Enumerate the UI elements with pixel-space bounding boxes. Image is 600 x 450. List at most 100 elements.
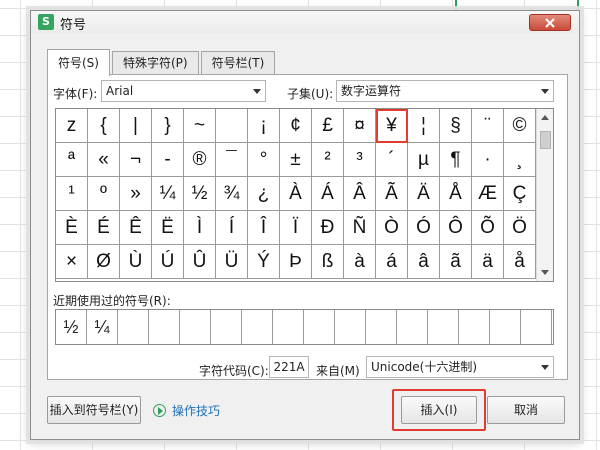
symbol-cell[interactable]: {: [88, 109, 120, 143]
symbol-cell[interactable]: â: [408, 245, 440, 279]
symbol-cell[interactable]: º: [88, 177, 120, 211]
scrollbar-thumb[interactable]: [540, 131, 551, 149]
symbol-cell[interactable]: ß: [312, 245, 344, 279]
symbol-cell[interactable]: À: [280, 177, 312, 211]
symbol-cell[interactable]: ä: [472, 245, 504, 279]
symbol-cell[interactable]: ~: [184, 109, 216, 143]
symbol-cell[interactable]: ¨: [472, 109, 504, 143]
recent-symbol-cell[interactable]: [273, 310, 304, 344]
symbol-cell[interactable]: Æ: [472, 177, 504, 211]
symbol-cell[interactable]: ¡: [248, 109, 280, 143]
symbol-cell[interactable]: Ó: [408, 211, 440, 245]
symbol-grid-scrollbar[interactable]: [536, 109, 553, 281]
symbol-cell[interactable]: µ: [408, 143, 440, 177]
symbol-cell[interactable]: ¥: [376, 109, 408, 143]
symbol-cell[interactable]: ´: [376, 143, 408, 177]
recent-symbol-cell[interactable]: [211, 310, 242, 344]
symbol-cell[interactable]: ×: [56, 245, 88, 279]
symbol-cell[interactable]: Ý: [248, 245, 280, 279]
symbol-cell[interactable]: Ä: [408, 177, 440, 211]
symbol-cell[interactable]: «: [88, 143, 120, 177]
symbol-cell[interactable]: ¯: [216, 143, 248, 177]
symbol-cell[interactable]: å: [504, 245, 536, 279]
symbol-cell[interactable]: Ô: [440, 211, 472, 245]
symbol-cell[interactable]: ¤: [344, 109, 376, 143]
scroll-up-icon[interactable]: [541, 115, 549, 120]
symbol-cell[interactable]: Ö: [504, 211, 536, 245]
symbol-cell[interactable]: -: [152, 143, 184, 177]
recent-symbol-cell[interactable]: [459, 310, 490, 344]
symbol-cell[interactable]: Ê: [120, 211, 152, 245]
subset-dropdown[interactable]: 数字运算符: [336, 80, 554, 102]
insert-to-symbol-bar-button[interactable]: 插入到符号栏(Y): [47, 396, 141, 424]
symbol-cell[interactable]: Ò: [376, 211, 408, 245]
symbol-cell[interactable]: à: [344, 245, 376, 279]
symbol-cell[interactable]: ®: [184, 143, 216, 177]
symbol-cell[interactable]: ¶: [440, 143, 472, 177]
tips-link[interactable]: 操作技巧: [153, 402, 220, 419]
recent-symbol-cell[interactable]: [335, 310, 366, 344]
recent-symbol-cell[interactable]: ½: [56, 310, 87, 344]
recent-symbol-cell[interactable]: [366, 310, 397, 344]
symbol-cell[interactable]: ã: [440, 245, 472, 279]
symbol-cell[interactable]: ¾: [216, 177, 248, 211]
symbol-cell[interactable]: ²: [312, 143, 344, 177]
symbol-cell[interactable]: Ì: [184, 211, 216, 245]
symbol-cell[interactable]: Á: [312, 177, 344, 211]
symbol-cell[interactable]: ³: [344, 143, 376, 177]
symbol-cell[interactable]: Ç: [504, 177, 536, 211]
recent-symbol-cell[interactable]: [149, 310, 180, 344]
symbol-cell[interactable]: Í: [216, 211, 248, 245]
symbol-cell[interactable]: Å: [440, 177, 472, 211]
tab-symbols[interactable]: 符号(S): [47, 49, 110, 76]
symbol-cell[interactable]: °: [248, 143, 280, 177]
recent-symbol-cell[interactable]: [180, 310, 211, 344]
symbol-cell[interactable]: Î: [248, 211, 280, 245]
symbol-cell[interactable]: Ú: [152, 245, 184, 279]
symbol-cell[interactable]: Õ: [472, 211, 504, 245]
symbol-cell[interactable]: £: [312, 109, 344, 143]
recent-symbol-cell[interactable]: [428, 310, 459, 344]
recent-symbol-cell[interactable]: [521, 310, 552, 344]
symbol-cell[interactable]: ª: [56, 143, 88, 177]
insert-button[interactable]: 插入(I): [401, 396, 477, 424]
char-code-input[interactable]: 221A: [269, 356, 309, 378]
symbol-cell[interactable]: }: [152, 109, 184, 143]
recent-symbol-cell[interactable]: [397, 310, 428, 344]
close-button[interactable]: [529, 14, 571, 31]
tab-special-characters[interactable]: 特殊字符(P): [111, 51, 199, 75]
recent-symbol-cell[interactable]: [490, 310, 521, 344]
symbol-cell[interactable]: Ð: [312, 211, 344, 245]
cancel-button[interactable]: 取消: [487, 396, 565, 424]
symbol-cell[interactable]: ¦: [408, 109, 440, 143]
symbol-cell[interactable]: Â: [344, 177, 376, 211]
symbol-cell[interactable]: ¼: [152, 177, 184, 211]
symbol-cell[interactable]: |: [120, 109, 152, 143]
symbol-cell[interactable]: È: [56, 211, 88, 245]
symbol-cell[interactable]: Ù: [120, 245, 152, 279]
symbol-cell[interactable]: á: [376, 245, 408, 279]
symbol-cell[interactable]: ¬: [120, 143, 152, 177]
symbol-cell[interactable]: Ï: [280, 211, 312, 245]
scroll-down-icon[interactable]: [541, 270, 549, 275]
symbol-cell[interactable]: ±: [280, 143, 312, 177]
symbol-cell[interactable]: [216, 109, 248, 143]
tab-symbol-bar[interactable]: 符号栏(T): [200, 51, 276, 75]
symbol-cell[interactable]: ·: [472, 143, 504, 177]
from-dropdown[interactable]: Unicode(十六进制): [366, 356, 554, 378]
symbol-cell[interactable]: ¸: [504, 143, 536, 177]
symbol-cell[interactable]: z: [56, 109, 88, 143]
symbol-cell[interactable]: Ø: [88, 245, 120, 279]
symbol-cell[interactable]: ½: [184, 177, 216, 211]
symbol-cell[interactable]: É: [88, 211, 120, 245]
symbol-cell[interactable]: Þ: [280, 245, 312, 279]
symbol-cell[interactable]: Ñ: [344, 211, 376, 245]
recent-symbol-cell[interactable]: ¼: [87, 310, 118, 344]
symbol-cell[interactable]: ©: [504, 109, 536, 143]
font-dropdown[interactable]: Arial: [101, 80, 266, 102]
recent-symbol-cell[interactable]: [118, 310, 149, 344]
symbol-cell[interactable]: ¢: [280, 109, 312, 143]
symbol-cell[interactable]: Û: [184, 245, 216, 279]
symbol-cell[interactable]: ¿: [248, 177, 280, 211]
symbol-cell[interactable]: §: [440, 109, 472, 143]
